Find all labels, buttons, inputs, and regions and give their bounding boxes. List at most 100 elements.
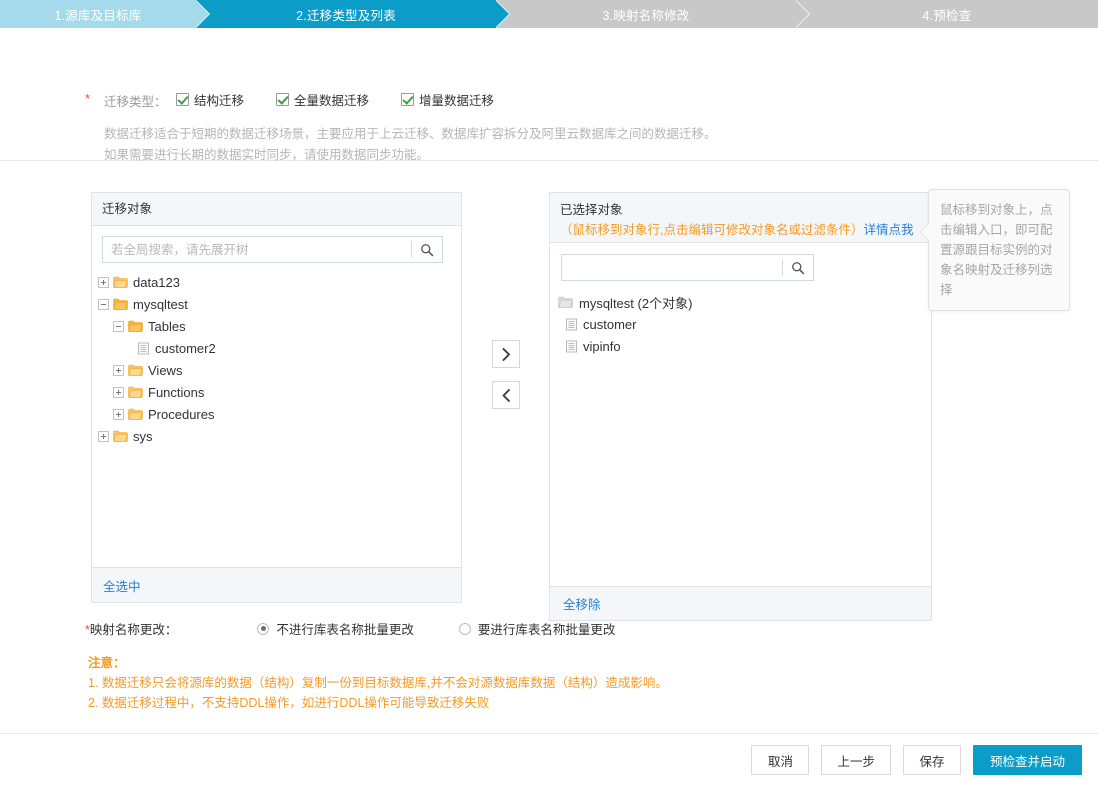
selected-panel-title: 已选择对象 （鼠标移到对象行,点击编辑可修改对象名或过滤条件）详情点我 — [550, 193, 931, 243]
folder-icon — [128, 408, 143, 420]
tree-node-label: Tables — [148, 319, 186, 334]
radio-no-batch-rename[interactable]: 不进行库表名称批量更改 — [257, 619, 414, 638]
selected-search-wrapper — [550, 243, 931, 287]
step-2-label: 2.迁移类型及列表 — [296, 5, 396, 24]
tree-node-label: sys — [133, 429, 153, 444]
table-icon — [565, 318, 578, 331]
step-1-label: 1.源库及目标库 — [54, 5, 141, 24]
step-2-tip — [495, 0, 509, 28]
description-line-2: 如果需要进行长期的数据实时同步，请使用数据同步功能。 — [104, 145, 717, 166]
mapping-label-text: 映射名称更改： — [90, 623, 178, 637]
list-item-label: customer — [583, 317, 636, 332]
checkbox-incremental-data-migration-label: 增量数据迁移 — [419, 90, 494, 109]
tree-node-procedures[interactable]: Procedures — [98, 403, 461, 425]
checkbox-structure-migration[interactable]: 结构迁移 — [176, 90, 244, 109]
transfer-buttons — [492, 340, 520, 422]
radio-icon — [257, 623, 269, 635]
check-icon — [276, 93, 289, 106]
selected-panel-detail-link[interactable]: 详情点我 — [863, 223, 913, 237]
tree-node-label: Views — [148, 363, 182, 378]
list-item[interactable]: mysqltest (2个对象) — [558, 291, 931, 313]
radio-batch-rename[interactable]: 要进行库表名称批量更改 — [459, 619, 616, 638]
chevron-right-icon — [502, 348, 511, 361]
selected-panel-title-hint: （鼠标移到对象行,点击编辑可修改对象名或过滤条件） — [560, 223, 863, 237]
step-1-tip — [195, 0, 209, 28]
step-3-label: 3.映射名称修改 — [602, 5, 689, 24]
folder-icon — [558, 296, 573, 308]
selected-panel-title-plain: 已选择对象 — [560, 203, 623, 217]
previous-step-button[interactable]: 上一步 — [821, 745, 891, 775]
search-icon[interactable] — [783, 255, 813, 280]
description-line-1: 数据迁移适合于短期的数据迁移场景，主要应用于上云迁移、数据库扩容拆分及阿里云数据… — [104, 124, 717, 145]
notes-section: 注意： 1. 数据迁移只会将源库的数据（结构）复制一份到目标数据库,并不会对源数… — [88, 653, 668, 713]
list-item[interactable]: vipinfo — [558, 335, 931, 357]
selected-object-list: mysqltest (2个对象) customer vipinfo — [550, 287, 931, 357]
select-all-link[interactable]: 全选中 — [103, 576, 141, 595]
tree-node-views[interactable]: Views — [98, 359, 461, 381]
notes-title: 注意： — [88, 653, 668, 673]
cancel-button[interactable]: 取消 — [751, 745, 809, 775]
selected-objects-panel: 已选择对象 （鼠标移到对象行,点击编辑可修改对象名或过滤条件）详情点我 mysql… — [549, 192, 932, 621]
step-2-migration-type[interactable]: 2.迁移类型及列表 — [196, 0, 496, 28]
precheck-and-start-button[interactable]: 预检查并启动 — [973, 745, 1082, 775]
tree-node-tables[interactable]: Tables — [98, 315, 461, 337]
tree-node-data123[interactable]: data123 — [98, 271, 461, 293]
expand-plus-icon[interactable] — [113, 409, 124, 420]
list-item[interactable]: customer — [558, 313, 931, 335]
save-button[interactable]: 保存 — [903, 745, 961, 775]
source-search-wrapper — [92, 226, 461, 269]
step-3-tip — [795, 0, 809, 28]
checkbox-full-data-migration-label: 全量数据迁移 — [294, 90, 369, 109]
table-icon — [137, 342, 150, 355]
remove-from-selected-button[interactable] — [492, 381, 520, 409]
mapping-name-change-section: *映射名称更改： 不进行库表名称批量更改 要进行库表名称批量更改 — [85, 619, 615, 638]
tree-node-mysqltest[interactable]: mysqltest — [98, 293, 461, 315]
migration-type-description: 数据迁移适合于短期的数据迁移场景，主要应用于上云迁移、数据库扩容拆分及阿里云数据… — [104, 124, 717, 166]
list-item-label: mysqltest (2个对象) — [579, 293, 692, 312]
add-to-selected-button[interactable] — [492, 340, 520, 368]
checkbox-structure-migration-label: 结构迁移 — [194, 90, 244, 109]
tree-node-sys[interactable]: sys — [98, 425, 461, 447]
expand-plus-icon[interactable] — [98, 431, 109, 442]
folder-icon — [113, 430, 128, 442]
source-panel-title: 迁移对象 — [92, 193, 461, 226]
tree-node-label: customer2 — [155, 341, 216, 356]
page-footer: 取消 上一步 保存 预检查并启动 — [0, 733, 1098, 786]
migration-wizard-page: 1.源库及目标库 2.迁移类型及列表 3.映射名称修改 4.预检查 * 迁移类型… — [0, 0, 1098, 786]
checkbox-full-data-migration[interactable]: 全量数据迁移 — [276, 90, 369, 109]
edit-entry-tooltip: 鼠标移到对象上，点击编辑入口，即可配置源跟目标实例的对象名映射及迁移列选择 — [928, 189, 1070, 311]
collapse-minus-icon[interactable] — [98, 299, 109, 310]
selected-panel-footer: 全移除 — [550, 586, 931, 620]
check-icon — [176, 93, 189, 106]
tree-node-label: Procedures — [148, 407, 214, 422]
folder-open-icon — [113, 298, 128, 310]
table-icon — [565, 340, 578, 353]
tree-node-customer2[interactable]: customer2 — [98, 337, 461, 359]
migration-type-checkbox-group: 结构迁移 全量数据迁移 增量数据迁移 — [176, 90, 526, 109]
selected-search-input[interactable] — [562, 255, 782, 280]
collapse-minus-icon[interactable] — [113, 321, 124, 332]
expand-plus-icon[interactable] — [113, 365, 124, 376]
expand-plus-icon[interactable] — [113, 387, 124, 398]
tree-node-label: data123 — [133, 275, 180, 290]
step-1-source-target[interactable]: 1.源库及目标库 — [0, 0, 196, 28]
mapping-label: *映射名称更改： — [85, 619, 177, 638]
expand-plus-icon[interactable] — [98, 277, 109, 288]
tree-node-label: Functions — [148, 385, 204, 400]
list-item-label: vipinfo — [583, 339, 621, 354]
source-search-input[interactable] — [103, 237, 411, 262]
source-objects-panel: 迁移对象 data123 — [91, 192, 462, 603]
remove-all-link[interactable]: 全移除 — [563, 594, 601, 613]
step-4-precheck[interactable]: 4.预检查 — [796, 0, 1098, 28]
search-icon[interactable] — [412, 237, 442, 262]
tooltip-text: 鼠标移到对象上，点击编辑入口，即可配置源跟目标实例的对象名映射及迁移列选择 — [940, 203, 1053, 297]
checkbox-incremental-data-migration[interactable]: 增量数据迁移 — [401, 90, 494, 109]
selected-search-box[interactable] — [561, 254, 814, 281]
step-3-mapping-name[interactable]: 3.映射名称修改 — [496, 0, 796, 28]
tree-node-functions[interactable]: Functions — [98, 381, 461, 403]
radio-batch-rename-label: 要进行库表名称批量更改 — [478, 619, 616, 638]
source-search-box[interactable] — [102, 236, 443, 263]
step-4-label: 4.预检查 — [923, 5, 972, 24]
notes-line-2: 2. 数据迁移过程中，不支持DDL操作，如进行DDL操作可能导致迁移失败 — [88, 693, 668, 713]
wizard-step-bar: 1.源库及目标库 2.迁移类型及列表 3.映射名称修改 4.预检查 — [0, 0, 1098, 28]
